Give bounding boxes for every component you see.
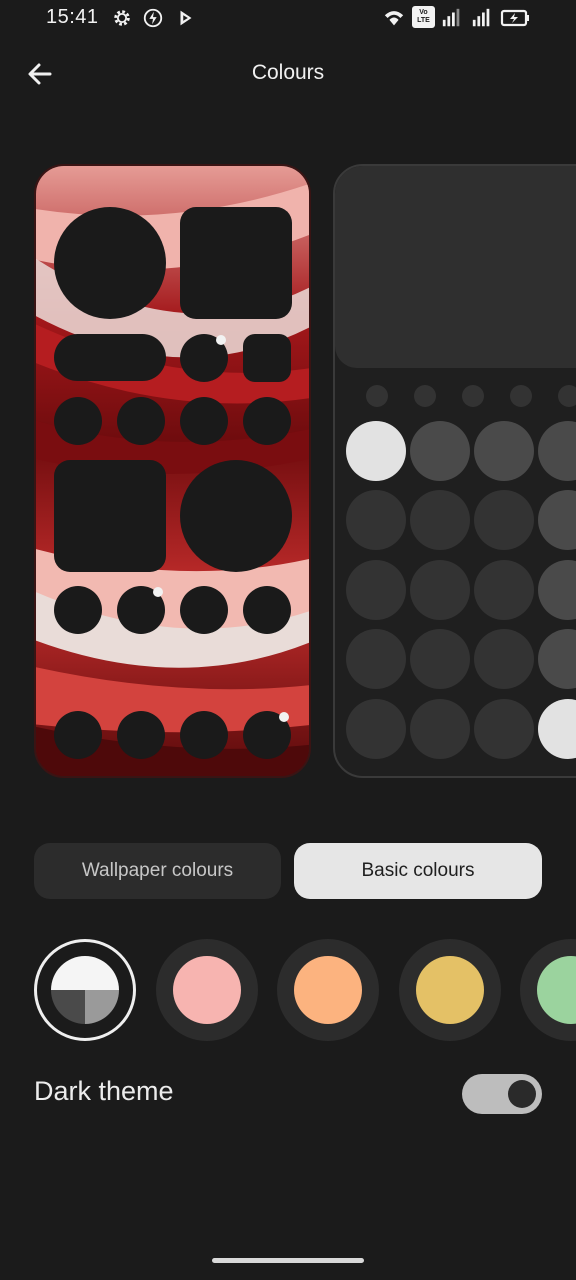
preview-shape-circle [54, 207, 166, 319]
preview-shape-circle [180, 586, 228, 634]
gear-icon [111, 7, 133, 29]
preview-circle [538, 629, 576, 689]
preview-shape-circle [54, 711, 102, 759]
wifi-icon [383, 7, 405, 29]
preview-dot [414, 385, 436, 407]
battery-charging-icon [500, 7, 532, 29]
preview-shape-rounded-square [243, 334, 291, 382]
volte-icon: Vo LTE [412, 6, 435, 28]
preview-shape-square [54, 460, 166, 572]
bolt-icon [142, 7, 164, 29]
tab-basic-colours[interactable]: Basic colours [294, 843, 542, 899]
preview-circle [346, 629, 406, 689]
preview-shape-circle [243, 397, 291, 445]
preview-shape-circle [54, 586, 102, 634]
home-indicator[interactable] [212, 1258, 364, 1263]
play-store-icon [175, 7, 197, 29]
swatch-pink[interactable] [156, 939, 258, 1041]
tab-wallpaper-colours[interactable]: Wallpaper colours [34, 843, 281, 899]
preview-dot [153, 587, 163, 597]
toggle-knob [508, 1080, 536, 1108]
preview-circle [538, 699, 576, 759]
preview-shape-circle [117, 397, 165, 445]
pink-swatch-color [173, 956, 241, 1024]
preview-shape-circle [180, 460, 292, 572]
signal-icon [441, 7, 463, 29]
preview-circle [410, 421, 470, 481]
preview-circle [474, 560, 534, 620]
monochrome-swatch-icon [51, 956, 119, 1024]
preview-shape-circle [180, 397, 228, 445]
preview-shape-circle [54, 397, 102, 445]
peach-swatch-color [294, 956, 362, 1024]
preview-circle [474, 490, 534, 550]
preview-dot [216, 335, 226, 345]
wallpaper-colours-preview[interactable] [34, 164, 311, 778]
swatch-green[interactable] [520, 939, 576, 1041]
preview-shape-pill [54, 334, 166, 381]
preview-dot [558, 385, 576, 407]
dark-theme-toggle[interactable] [462, 1074, 542, 1114]
preview-shape-square [180, 207, 292, 319]
green-swatch-color [537, 956, 576, 1024]
page-title: Colours [251, 61, 325, 84]
preview-circle [474, 629, 534, 689]
preview-circle [410, 629, 470, 689]
preview-circle [410, 699, 470, 759]
preview-card [335, 166, 576, 368]
preview-shape-circle [117, 711, 165, 759]
swatch-monochrome[interactable] [34, 939, 136, 1041]
preview-circle [346, 490, 406, 550]
status-time: 15:41 [46, 6, 99, 28]
dark-theme-label: Dark theme [34, 1076, 174, 1106]
preview-dot [510, 385, 532, 407]
preview-shape-circle [243, 586, 291, 634]
preview-circle [538, 490, 576, 550]
basic-colours-preview[interactable] [333, 164, 576, 778]
preview-circle [346, 421, 406, 481]
preview-dot [462, 385, 484, 407]
swatch-yellow[interactable] [399, 939, 501, 1041]
preview-circle [410, 490, 470, 550]
preview-circle [346, 699, 406, 759]
preview-circle [538, 560, 576, 620]
status-bar: 15:41 Vo LTE [0, 0, 576, 36]
preview-shape-circle [180, 711, 228, 759]
preview-circle [474, 699, 534, 759]
preview-dot [279, 712, 289, 722]
yellow-swatch-color [416, 956, 484, 1024]
preview-circle [346, 560, 406, 620]
preview-circle [474, 421, 534, 481]
preview-circle [410, 560, 470, 620]
signal-icon [471, 7, 493, 29]
swatch-peach[interactable] [277, 939, 379, 1041]
colours-screen: 15:41 Vo LTE Colours Wallpaper colours B… [0, 0, 576, 1280]
preview-dot [366, 385, 388, 407]
preview-circle [538, 421, 576, 481]
